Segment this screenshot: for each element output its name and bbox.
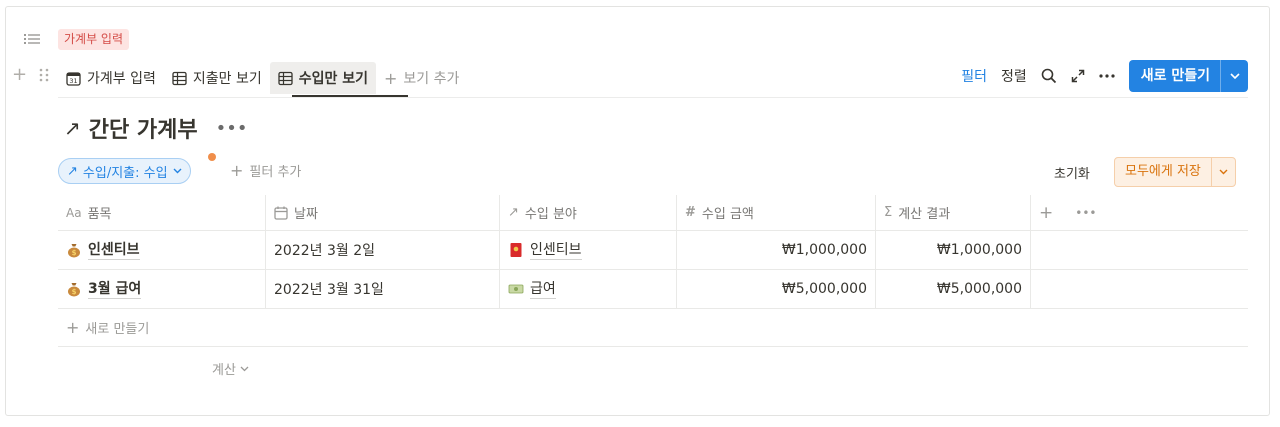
calendar-icon: [274, 206, 288, 220]
drag-handle-icon[interactable]: [38, 67, 50, 83]
cell-item[interactable]: $ 인센티브: [58, 230, 266, 270]
database-table: Aa 품목 날짜 ↗ 수입 분야 # 수입 금액 Σ 계산 결과 + ••• $…: [58, 194, 1248, 347]
tab-ledger-input[interactable]: 31 가계부 입력: [58, 62, 164, 94]
page-tag[interactable]: 가계부 입력: [58, 29, 130, 50]
database-title: ↗ 간단 가계부 •••: [64, 112, 248, 144]
column-header-item[interactable]: Aa 품목: [58, 194, 266, 231]
tabs-divider: [58, 97, 1248, 98]
cell-category[interactable]: 급여: [500, 269, 677, 309]
column-label: 수입 분야: [524, 207, 577, 222]
filter-label: 수입/지출: 수입: [82, 165, 168, 181]
column-header-result[interactable]: Σ 계산 결과: [876, 194, 1031, 231]
tab-label: 가계부 입력: [87, 71, 156, 87]
svg-text:31: 31: [69, 77, 77, 85]
sigma-formula-icon: Σ: [884, 205, 893, 220]
filter-button[interactable]: 필터: [961, 66, 987, 86]
column-header-category[interactable]: ↗ 수입 분야: [500, 194, 677, 231]
sort-button[interactable]: 정렬: [1001, 66, 1027, 86]
new-button[interactable]: 새로 만들기: [1129, 60, 1220, 92]
svg-text:$: $: [72, 288, 77, 296]
cell-empty: [1031, 270, 1248, 309]
table-row[interactable]: $ 3월 급여 2022년 3월 31일 급여 ₩5,000,000 ₩5,00…: [58, 269, 1248, 309]
column-label: 날짜: [294, 207, 318, 222]
save-for-all-button[interactable]: 모두에게 저장: [1115, 158, 1211, 186]
tab-income-only[interactable]: 수입만 보기: [269, 62, 376, 94]
tab-label: 수입만 보기: [298, 71, 368, 87]
database-title-text[interactable]: 간단 가계부: [89, 112, 198, 144]
column-header-actions: + •••: [1031, 195, 1248, 231]
reset-button[interactable]: 초기화: [1054, 163, 1090, 182]
category-link: 급여: [530, 280, 556, 299]
tab-label: 지출만 보기: [192, 71, 262, 87]
category-link: 인센티브: [530, 241, 582, 260]
column-label: 품목: [87, 207, 112, 222]
new-row-label: 새로 만들기: [85, 322, 150, 337]
cell-result[interactable]: ₩1,000,000: [876, 230, 1031, 270]
calculate-label: 계산: [212, 363, 236, 378]
cell-item[interactable]: $ 3월 급여: [58, 269, 266, 309]
save-dropdown[interactable]: [1210, 158, 1235, 186]
column-header-amount[interactable]: # 수입 금액: [677, 194, 876, 231]
search-icon[interactable]: [1041, 68, 1057, 84]
tab-label: 보기 추가: [403, 71, 460, 87]
table-icon: [172, 71, 187, 85]
text-property-icon: Aa: [66, 205, 82, 220]
number-hash-icon: #: [685, 205, 696, 220]
plus-icon: +: [384, 68, 398, 88]
column-header-date[interactable]: 날짜: [266, 194, 500, 231]
cell-empty: [1031, 231, 1248, 270]
expand-icon[interactable]: [1071, 69, 1085, 83]
cell-date[interactable]: 2022년 3월 31일: [266, 269, 500, 309]
cell-amount[interactable]: ₩5,000,000: [677, 269, 876, 309]
relation-arrow-icon: ↗: [508, 205, 519, 220]
chevron-down-icon: [240, 366, 249, 371]
calendar-icon: 31: [66, 71, 81, 86]
cell-result[interactable]: ₩5,000,000: [876, 269, 1031, 309]
money-bag-icon: $: [68, 283, 80, 297]
cell-date[interactable]: 2022년 3월 2일: [266, 230, 500, 270]
money-bag-icon: $: [68, 244, 80, 258]
banknote-icon: [508, 284, 524, 294]
relation-arrow-icon: ↗: [67, 163, 78, 179]
add-property-icon[interactable]: +: [1039, 203, 1053, 223]
unsaved-indicator-dot: [208, 153, 216, 161]
red-envelope-icon: [510, 243, 522, 257]
column-label: 계산 결과: [898, 207, 951, 222]
add-filter-label: 필터 추가: [249, 165, 302, 180]
item-name: 3월 급여: [88, 280, 142, 299]
linked-database-arrow-icon: ↗: [64, 116, 81, 140]
table-icon: [278, 71, 293, 85]
item-name: 인센티브: [88, 241, 140, 260]
new-button-group: 새로 만들기: [1128, 60, 1248, 92]
table-row[interactable]: $ 인센티브 2022년 3월 2일 인센티브 ₩1,000,000 ₩1,00…: [58, 230, 1248, 270]
save-for-all-group: 모두에게 저장: [1114, 157, 1236, 187]
plus-icon: +: [66, 318, 80, 337]
new-row-button[interactable]: + 새로 만들기: [58, 309, 1248, 347]
more-options-icon[interactable]: •••: [1075, 206, 1096, 220]
cell-amount[interactable]: ₩1,000,000: [677, 230, 876, 270]
more-options-icon[interactable]: [1099, 74, 1115, 78]
chevron-down-icon: [173, 168, 182, 174]
add-filter-button[interactable]: + 필터 추가: [230, 161, 301, 180]
title-more-icon[interactable]: •••: [216, 118, 248, 139]
plus-icon: +: [230, 161, 244, 180]
view-tabs: 31 가계부 입력 지출만 보기 수입만 보기 + 보기 추가: [58, 60, 467, 96]
column-label: 수입 금액: [701, 207, 754, 222]
cell-category[interactable]: 인센티브: [500, 230, 677, 270]
table-of-contents-icon[interactable]: [24, 33, 40, 45]
add-block-icon[interactable]: +: [12, 66, 27, 84]
tab-add-view[interactable]: + 보기 추가: [376, 62, 467, 94]
new-button-dropdown[interactable]: [1220, 60, 1248, 92]
calculate-button[interactable]: 계산: [212, 359, 249, 378]
view-toolbar: 필터 정렬 새로 만들기: [961, 60, 1248, 92]
tab-expense-only[interactable]: 지출만 보기: [164, 62, 270, 94]
table-header: Aa 품목 날짜 ↗ 수입 분야 # 수입 금액 Σ 계산 결과 + •••: [58, 194, 1248, 231]
svg-text:$: $: [72, 249, 77, 257]
chevron-down-icon: [1229, 73, 1240, 79]
active-filter-pill[interactable]: ↗ 수입/지출: 수입: [58, 158, 191, 184]
chevron-down-icon: [1219, 169, 1228, 175]
